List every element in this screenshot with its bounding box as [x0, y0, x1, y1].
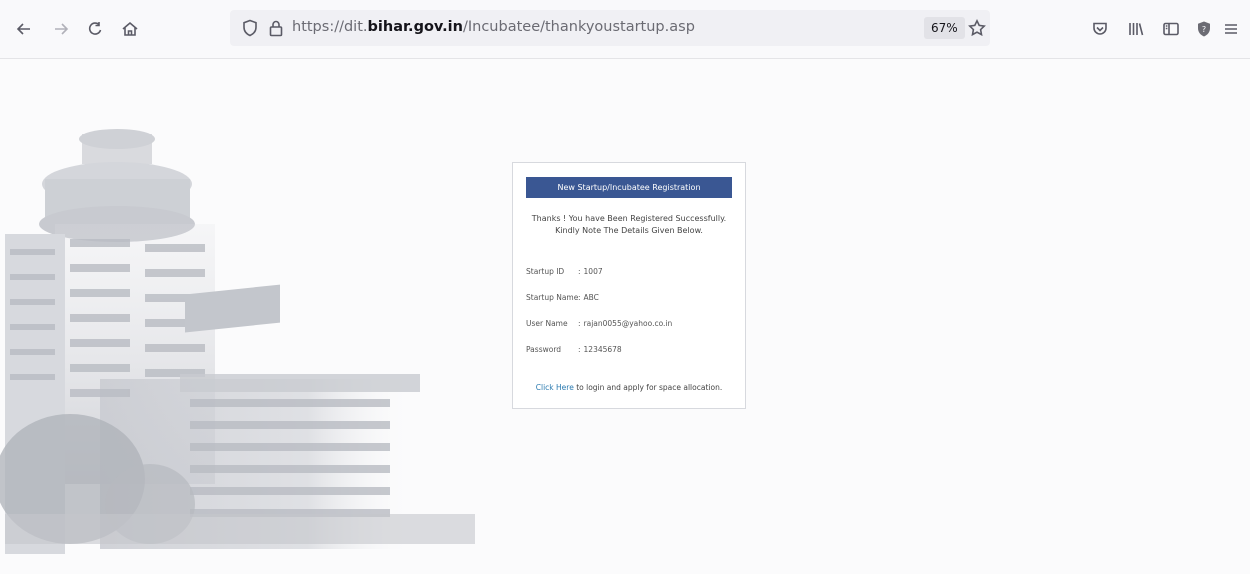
sidebar-button[interactable]: [1157, 15, 1185, 43]
library-button[interactable]: [1122, 15, 1150, 43]
detail-value: rajan0055@yahoo.co.in: [583, 319, 673, 328]
login-instruction-text: to login and apply for space allocation.: [573, 383, 723, 392]
detail-value: 12345678: [583, 345, 622, 354]
url-prefix: https://dit.: [292, 19, 368, 35]
pocket-icon: [1093, 22, 1107, 35]
url-bar[interactable]: https://dit.bihar.gov.in/Incubatee/thank…: [230, 10, 990, 46]
forward-button[interactable]: [47, 15, 75, 43]
home-button[interactable]: [116, 15, 144, 43]
success-message-line1: Thanks ! You have Been Registered Succes…: [531, 214, 727, 223]
login-instruction: Click Here to login and apply for space …: [513, 383, 745, 392]
svg-text:?: ?: [1202, 25, 1206, 34]
registration-card: New Startup/Incubatee Registration Thank…: [512, 162, 746, 409]
back-button[interactable]: [10, 15, 38, 43]
privacy-badger-icon: ?: [1198, 21, 1210, 37]
star-icon[interactable]: [967, 18, 987, 38]
detail-row-startup-id: Startup ID:1007: [526, 267, 603, 276]
success-message-line2: Kindly Note The Details Given Below.: [555, 226, 703, 235]
detail-row-startup-name: Startup Name: ABC: [526, 293, 599, 302]
detail-label: Password: [526, 345, 562, 354]
card-title: New Startup/Incubatee Registration: [526, 177, 732, 198]
building-background-image: [0, 129, 475, 554]
home-icon: [122, 21, 138, 36]
detail-label: Startup ID: [526, 267, 565, 276]
menu-button[interactable]: [1217, 15, 1245, 43]
url-path: /Incubatee/thankyoustartup.asp: [462, 19, 695, 35]
url-text[interactable]: https://dit.bihar.gov.in/Incubatee/thank…: [292, 19, 695, 35]
shield-icon[interactable]: [240, 18, 260, 38]
library-icon: [1129, 23, 1144, 36]
success-message: Thanks ! You have Been Registered Succes…: [513, 213, 745, 237]
zoom-indicator[interactable]: 67%: [924, 17, 965, 39]
sidebar-icon: [1163, 22, 1179, 36]
detail-value: 1007: [583, 267, 603, 276]
detail-value: ABC: [583, 293, 599, 302]
hamburger-menu-icon: [1225, 24, 1237, 34]
click-here-link[interactable]: Click Here: [536, 383, 574, 392]
browser-toolbar: https://dit.bihar.gov.in/Incubatee/thank…: [0, 0, 1250, 59]
detail-row-user-name: User Name: rajan0055@yahoo.co.in: [526, 319, 673, 328]
page-content: New Startup/Incubatee Registration Thank…: [0, 59, 1250, 574]
arrow-left-icon: [16, 23, 30, 35]
reload-button[interactable]: [81, 15, 109, 43]
arrow-right-icon: [55, 23, 69, 35]
detail-label: User Name: [526, 319, 568, 328]
url-domain: bihar.gov.in: [367, 19, 463, 35]
detail-label: Startup Name: [526, 293, 579, 302]
reload-icon: [88, 22, 102, 35]
lock-icon[interactable]: [266, 18, 286, 38]
detail-row-password: Password:12345678: [526, 345, 622, 354]
pocket-button[interactable]: [1086, 15, 1114, 43]
extension-button[interactable]: ?: [1190, 15, 1218, 43]
